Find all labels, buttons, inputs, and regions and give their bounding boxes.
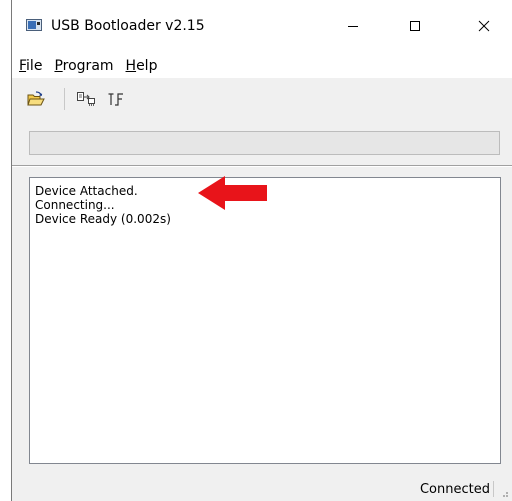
- toolbar: [12, 82, 512, 114]
- menu-program-label: rogram: [62, 58, 114, 74]
- status-text: Connected: [419, 482, 490, 497]
- open-file-button[interactable]: [25, 88, 47, 110]
- program-device-icon: [77, 92, 95, 106]
- menu-help-label: elp: [136, 58, 158, 74]
- red-arrow-icon: [198, 176, 267, 210]
- progress-bar: [29, 131, 500, 155]
- close-button[interactable]: [461, 8, 507, 44]
- menu-file[interactable]: File: [17, 55, 48, 77]
- reset-device-button[interactable]: [105, 88, 127, 110]
- minimize-button[interactable]: [330, 8, 376, 44]
- status-separator: [493, 481, 494, 497]
- menu-help[interactable]: Help: [120, 55, 164, 77]
- minimize-icon: [348, 26, 358, 27]
- app-window-icon[interactable]: [26, 19, 42, 31]
- menu-program[interactable]: Program: [48, 55, 119, 77]
- toolbar-separator: [64, 88, 65, 110]
- program-device-button[interactable]: [75, 88, 97, 110]
- menu-bar: File Program Help: [12, 54, 512, 78]
- log-output[interactable]: Device Attached. Connecting... Device Re…: [29, 177, 501, 464]
- resize-grip-icon[interactable]: [499, 488, 509, 498]
- close-icon: [478, 20, 490, 32]
- status-bar: Connected: [12, 477, 512, 501]
- title-bar[interactable]: USB Bootloader v2.15: [12, 0, 512, 54]
- menu-help-mnemonic: H: [125, 58, 137, 74]
- window-title: USB Bootloader v2.15: [51, 18, 205, 34]
- maximize-button[interactable]: [392, 8, 438, 44]
- menu-file-label: ile: [26, 58, 43, 74]
- log-line: Device Ready (0.002s): [35, 212, 171, 226]
- menu-file-mnemonic: F: [19, 58, 27, 74]
- open-folder-icon: [27, 91, 45, 106]
- reset-device-icon: [108, 93, 123, 106]
- menu-program-mnemonic: P: [54, 58, 63, 74]
- maximize-icon: [410, 21, 420, 31]
- main-window: USB Bootloader v2.15 File Program Help D…: [11, 0, 512, 501]
- divider-highlight: [12, 166, 512, 167]
